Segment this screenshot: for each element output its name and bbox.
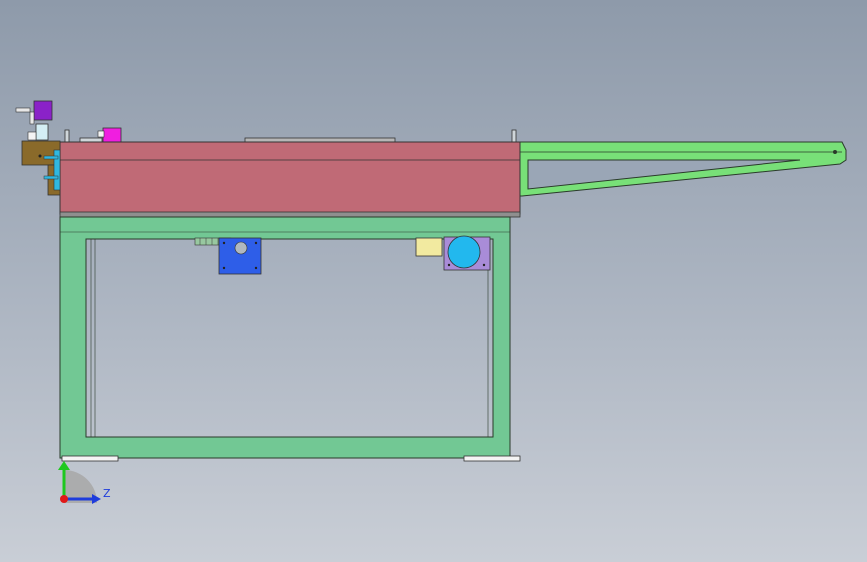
yellow-block[interactable] [415,237,443,257]
foot-left [61,455,119,462]
drive-motor-right[interactable] [443,235,491,271]
axis-z-label: Z [103,487,111,500]
table-top[interactable] [59,141,521,218]
coordinate-triad: Z [58,461,111,504]
cad-viewport[interactable]: Z [0,0,867,562]
support-arm[interactable] [519,141,847,197]
purple-component [33,100,53,121]
top-post-left [64,129,70,143]
machine-frame[interactable] [59,216,511,459]
drive-motor-left[interactable] [194,237,262,275]
left-end-assembly[interactable] [15,100,61,196]
top-slot [244,137,396,143]
foot-right [463,455,521,462]
cad-drawing: Z [15,100,847,504]
top-post-right [511,129,517,143]
arm-pivot-hole [833,150,837,154]
top-small-bracket [79,137,103,143]
arm-cutout [527,159,801,190]
